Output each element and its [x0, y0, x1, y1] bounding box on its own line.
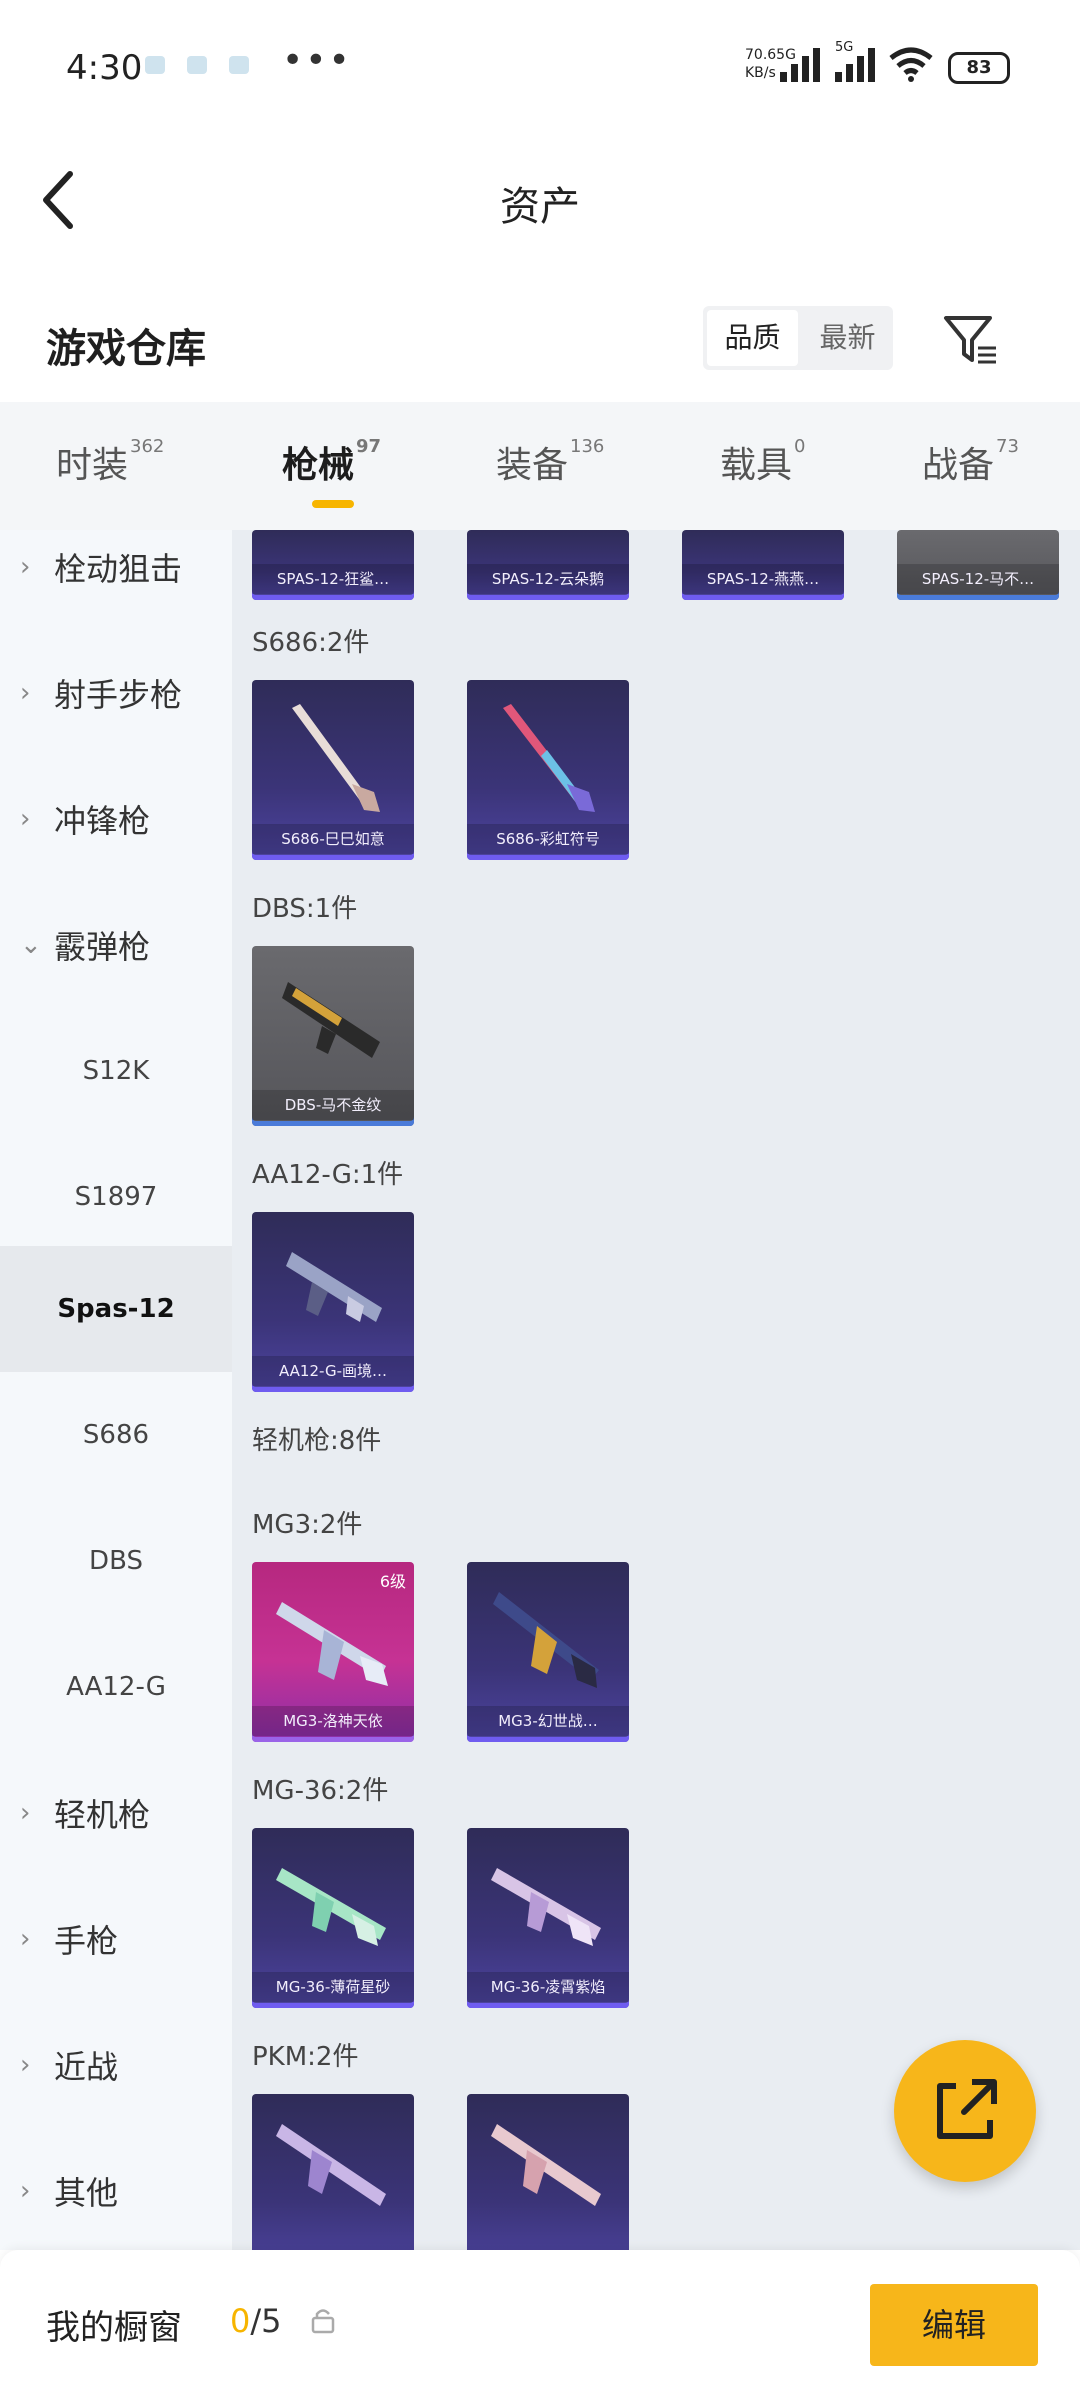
section-heading: AA12-G:1件 — [252, 1160, 404, 1190]
chevron-down-icon: ⌄ — [20, 930, 42, 960]
machine-gun-icon — [493, 1592, 599, 1688]
notification-icons — [145, 56, 249, 74]
weapon-card[interactable]: S686-彩虹符号 — [467, 680, 629, 860]
weapon-card[interactable]: 6级 MG3-洛神天依 — [252, 1562, 414, 1742]
tab-fashion[interactable]: 时装 362 — [56, 436, 164, 488]
section-heading: PKM:2件 — [252, 2042, 359, 2072]
sort-newest-button[interactable]: 最新 — [802, 306, 893, 370]
sidebar-item-shotgun[interactable]: ⌄ 霰弹枪 — [0, 882, 232, 1008]
weapon-card[interactable]: MG-36-凌霄紫焰 — [467, 1828, 629, 2008]
weapon-card[interactable]: SPAS-12-马不… — [897, 530, 1059, 600]
wifi-icon — [889, 47, 933, 82]
sidebar-item-s12k[interactable]: S12K — [0, 1008, 232, 1134]
sidebar-item-pistol[interactable]: › 手枪 — [0, 1876, 232, 2002]
weapon-category-sidebar: › 栓动狙击 › 射手步枪 › 冲锋枪 ⌄ 霰弹枪 S12K S1897 Spas-12… — [0, 530, 232, 2250]
weapon-card-name: S686-彩虹符号 — [467, 824, 629, 854]
warehouse-header: 游戏仓库 品质 最新 — [0, 290, 1080, 400]
sidebar-item-melee[interactable]: › 近战 — [0, 2002, 232, 2128]
chevron-right-icon: › — [20, 1924, 31, 1954]
chevron-right-icon: › — [20, 678, 31, 708]
sidebar-item-dbs[interactable]: DBS — [0, 1498, 232, 1624]
signal-icon-2: 5G — [835, 40, 875, 82]
weapon-card[interactable]: AA12-G-画境… — [252, 1212, 414, 1392]
warehouse-title: 游戏仓库 — [46, 326, 206, 372]
weapon-card-name: SPAS-12-燕燕… — [682, 564, 844, 594]
tab-firearms[interactable]: 枪械 97 — [282, 436, 381, 508]
chevron-right-icon: › — [20, 804, 31, 834]
top-header: 资产 — [0, 140, 1080, 260]
shotgun-icon — [286, 1252, 382, 1322]
status-bar: 4:30 ••• 70.65G KB/s 5G 83 — [0, 0, 1080, 130]
edit-button[interactable]: 编辑 — [870, 2284, 1038, 2366]
showcase-count: 0/5 — [230, 2302, 282, 2340]
chevron-right-icon: › — [20, 2050, 31, 2080]
tab-equipment[interactable]: 装备 136 — [496, 436, 604, 488]
chevron-right-icon: › — [20, 1798, 31, 1828]
showcase-bar: 我的橱窗 0/5 编辑 — [0, 2250, 1080, 2400]
sidebar-item-marksman[interactable]: › 射手步枪 — [0, 630, 232, 756]
weapon-card[interactable] — [467, 2094, 629, 2250]
active-tab-indicator — [312, 500, 354, 508]
page-title: 资产 — [500, 184, 580, 230]
weapon-card-name: SPAS-12-马不… — [897, 564, 1059, 594]
weapon-grid: SPAS-12-狂鲨… SPAS-12-云朵鹅 SPAS-12-燕燕… SPAS… — [232, 530, 1080, 2250]
machine-gun-icon — [491, 2124, 601, 2206]
sidebar-item-s1897[interactable]: S1897 — [0, 1134, 232, 1260]
weapon-card-name: MG-36-凌霄紫焰 — [467, 1972, 629, 2002]
weapon-card[interactable]: SPAS-12-燕燕… — [682, 530, 844, 600]
sidebar-item-spas12[interactable]: Spas-12 — [0, 1246, 232, 1372]
rifle-icon — [276, 1868, 386, 1946]
chevron-right-icon: › — [20, 2176, 31, 2206]
section-heading: DBS:1件 — [252, 894, 358, 924]
sidebar-item-other[interactable]: › 其他 — [0, 2128, 232, 2254]
weapon-card-name: MG-36-薄荷星砂 — [252, 1972, 414, 2002]
sort-toggle: 品质 最新 — [703, 306, 893, 370]
weapon-card[interactable] — [252, 2094, 414, 2250]
share-external-icon — [937, 2079, 997, 2139]
weapon-card[interactable]: SPAS-12-狂鲨… — [252, 530, 414, 600]
weapon-card-name: DBS-马不金纹 — [252, 1090, 414, 1120]
weapon-card-name: SPAS-12-狂鲨… — [252, 564, 414, 594]
sidebar-item-lmg[interactable]: › 轻机枪 — [0, 1750, 232, 1876]
weapon-level-badge: 6级 — [379, 1572, 406, 1591]
weapon-card-name: SPAS-12-云朵鹅 — [467, 564, 629, 594]
weapon-card[interactable]: S686-巳巳如意 — [252, 680, 414, 860]
weapon-card-name: MG3-洛神天依 — [252, 1706, 414, 1736]
shotgun-icon — [282, 982, 380, 1058]
section-heading: 轻机枪:8件 — [252, 1426, 382, 1456]
machine-gun-icon — [276, 2124, 386, 2206]
weapon-card-name: MG3-幻世战… — [467, 1706, 629, 1736]
share-button[interactable] — [894, 2040, 1036, 2182]
chevron-right-icon: › — [20, 552, 31, 582]
battery-icon: 83 — [948, 52, 1010, 84]
status-time: 4:30 — [66, 48, 143, 88]
sidebar-item-aa12g[interactable]: AA12-G — [0, 1624, 232, 1750]
weapon-card[interactable]: MG-36-薄荷星砂 — [252, 1828, 414, 2008]
section-heading: MG-36:2件 — [252, 1776, 389, 1806]
weapon-card-name: S686-巳巳如意 — [252, 824, 414, 854]
weapon-card[interactable]: MG3-幻世战… — [467, 1562, 629, 1742]
lock-icon — [311, 2309, 335, 2334]
shotgun-icon — [292, 704, 380, 812]
signal-icon — [780, 46, 820, 82]
sidebar-item-s686[interactable]: S686 — [0, 1372, 232, 1498]
showcase-label: 我的橱窗 — [46, 2308, 182, 2348]
weapon-card[interactable]: DBS-马不金纹 — [252, 946, 414, 1126]
weapon-card-name: AA12-G-画境… — [252, 1356, 414, 1386]
sort-quality-button[interactable]: 品质 — [707, 310, 798, 366]
rifle-icon — [491, 1868, 601, 1946]
sidebar-item-bolt-sniper[interactable]: › 栓动狙击 — [0, 504, 232, 630]
more-notifications-icon: ••• — [282, 40, 352, 81]
tab-supplies[interactable]: 战备 73 — [922, 436, 1019, 488]
weapon-card[interactable]: SPAS-12-云朵鹅 — [467, 530, 629, 600]
tab-vehicles[interactable]: 载具 0 — [720, 436, 805, 488]
sidebar-item-smg[interactable]: › 冲锋枪 — [0, 756, 232, 882]
section-heading: MG3:2件 — [252, 1510, 363, 1540]
filter-icon[interactable] — [942, 314, 998, 366]
shotgun-icon — [503, 704, 595, 812]
section-heading: S686:2件 — [252, 628, 370, 658]
